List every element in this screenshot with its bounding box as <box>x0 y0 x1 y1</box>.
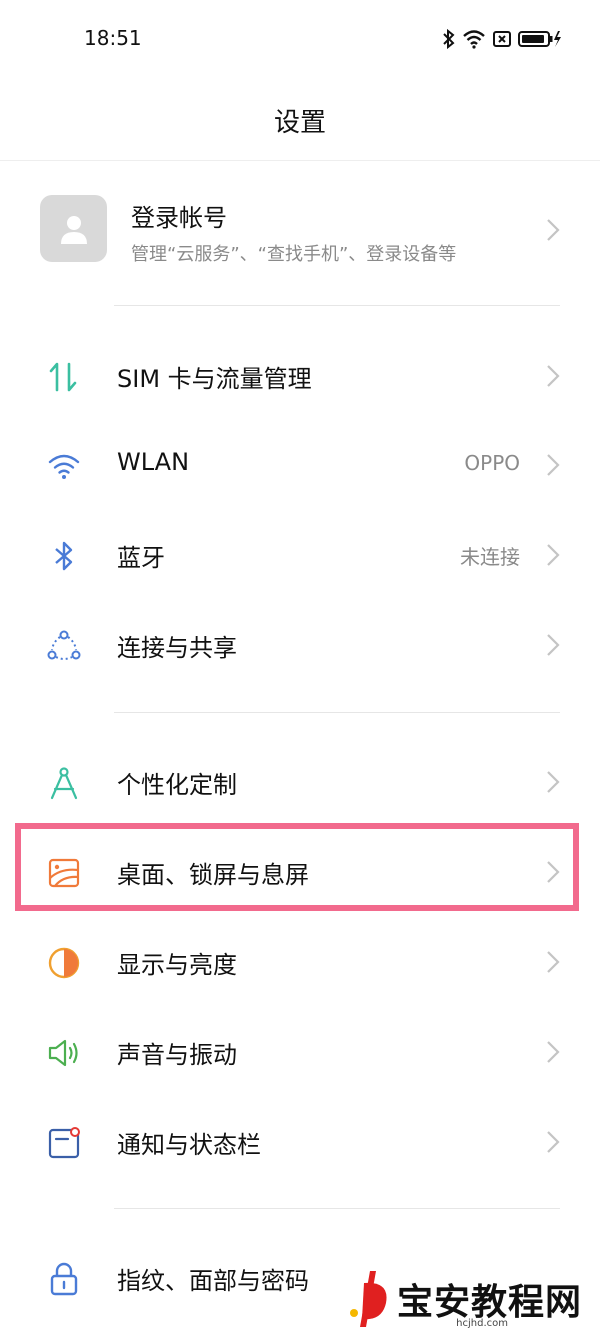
settings-item-connection-share[interactable]: 连接与共享 <box>0 600 600 690</box>
wifi-icon <box>46 448 82 484</box>
watermark: 宝安教程网 hcjhd.com <box>338 1269 588 1329</box>
settings-item-label: 连接与共享 <box>117 634 237 662</box>
chevron-right-icon <box>547 951 560 973</box>
lock-icon <box>46 1261 82 1297</box>
divider <box>114 1208 560 1209</box>
wifi-status-icon <box>463 30 485 49</box>
battery-charging-icon <box>518 31 561 47</box>
sound-icon <box>46 1035 82 1071</box>
no-sim-status-icon <box>493 31 511 47</box>
chevron-right-icon <box>547 1131 560 1153</box>
settings-item-label: 个性化定制 <box>117 771 237 799</box>
chevron-right-icon <box>547 634 560 656</box>
settings-item-label: 声音与振动 <box>117 1041 237 1069</box>
chevron-right-icon <box>547 1041 560 1063</box>
chevron-right-icon <box>547 365 560 387</box>
settings-item-label: SIM 卡与流量管理 <box>117 365 312 393</box>
status-icons <box>442 28 562 50</box>
highlight-box <box>15 823 579 911</box>
settings-item-label: 显示与亮度 <box>117 951 237 979</box>
settings-item-label: 蓝牙 <box>117 544 165 572</box>
settings-item-bluetooth[interactable]: 蓝牙 未连接 <box>0 510 600 600</box>
chevron-right-icon <box>547 544 560 566</box>
notification-icon <box>46 1125 82 1161</box>
settings-item-notification[interactable]: 通知与状态栏 <box>0 1097 600 1187</box>
settings-item-label: WLAN <box>117 448 190 476</box>
page-title: 设置 <box>273 108 326 138</box>
sim-data-icon <box>46 359 82 395</box>
chevron-right-icon <box>547 771 560 793</box>
page-header: 设置 <box>0 80 600 161</box>
settings-item-wlan[interactable]: WLAN OPPO <box>0 420 600 510</box>
settings-item-sound[interactable]: 声音与振动 <box>0 1007 600 1097</box>
bluetooth-icon <box>46 538 82 574</box>
divider <box>114 712 560 713</box>
chevron-right-icon <box>547 219 560 241</box>
watermark-url: hcjhd.com <box>456 1318 508 1329</box>
settings-item-personalization[interactable]: 个性化定制 <box>0 737 600 827</box>
status-time: 18:51 <box>84 26 142 50</box>
divider <box>114 305 560 306</box>
settings-item-label: 通知与状态栏 <box>117 1131 261 1159</box>
settings-item-sim[interactable]: SIM 卡与流量管理 <box>0 331 600 421</box>
connection-share-icon <box>46 628 82 664</box>
account-row[interactable]: 登录帐号 管理“云服务”、“查找手机”、登录设备等 <box>0 160 600 306</box>
account-title: 登录帐号 <box>131 204 227 232</box>
bluetooth-status-icon <box>443 28 455 50</box>
display-brightness-icon <box>46 945 82 981</box>
settings-item-value: 未连接 <box>460 545 520 569</box>
status-bar: 18:51 <box>0 0 600 80</box>
account-subtitle: 管理“云服务”、“查找手机”、登录设备等 <box>131 244 457 265</box>
personalization-icon <box>46 765 82 801</box>
settings-item-value: OPPO <box>464 451 520 475</box>
chevron-right-icon <box>547 454 560 476</box>
user-icon <box>60 215 87 244</box>
watermark-logo-icon <box>350 1271 387 1327</box>
settings-item-label: 指纹、面部与密码 <box>117 1267 309 1295</box>
settings-item-display[interactable]: 显示与亮度 <box>0 917 600 1007</box>
avatar <box>40 195 107 262</box>
